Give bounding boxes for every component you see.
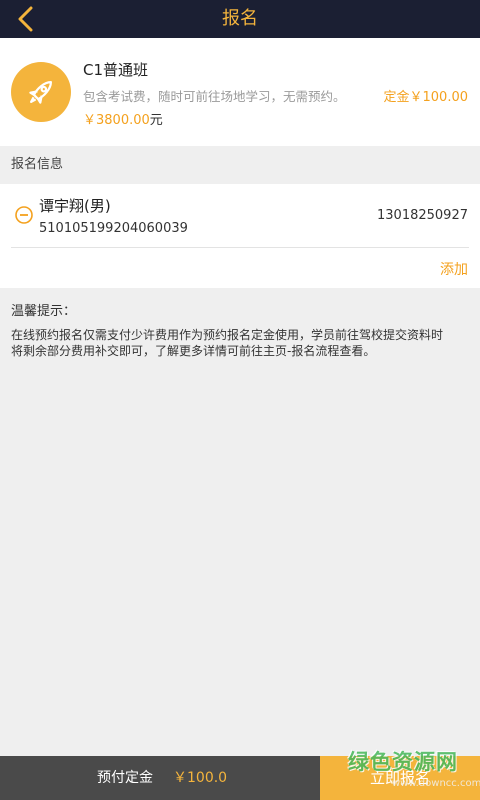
course-description: 包含考试费，随时可前往场地学习，无需预约。 — [83, 89, 346, 104]
applicant-id-number: 510105199204060039 — [39, 221, 188, 236]
course-price-value: ￥3800.00 — [83, 113, 150, 128]
applicant-phone: 13018250927 — [377, 208, 468, 223]
deposit-label: 预付定金 — [97, 770, 153, 786]
course-price-unit: 元 — [149, 113, 163, 128]
rocket-icon — [29, 81, 52, 104]
applicant-name: 谭宇翔(男) — [39, 197, 111, 215]
course-icon — [11, 62, 71, 122]
minus-circle-icon — [15, 206, 33, 224]
applicant-card: 谭宇翔(男) 510105199204060039 13018250927 添加 — [0, 184, 480, 288]
section-header-applicant: 报名信息 — [0, 146, 480, 184]
course-card: C1普通班 包含考试费，随时可前往场地学习，无需预约。 ￥3800.00元 定金… — [0, 38, 480, 146]
submit-registration-button[interactable]: 立即报名 — [320, 756, 480, 800]
course-name: C1普通班 — [83, 61, 149, 79]
course-price: ￥3800.00元 — [83, 109, 163, 128]
divider — [11, 247, 469, 248]
deposit-amount: ￥100.0 — [173, 770, 228, 786]
page-title: 报名 — [222, 8, 258, 29]
top-bar: 报名 — [0, 0, 480, 38]
add-applicant-button[interactable]: 添加 — [440, 259, 468, 279]
course-deposit: 定金￥100.00 — [383, 90, 469, 105]
tips-title: 温馨提示： — [11, 304, 77, 319]
remove-applicant-button[interactable] — [15, 206, 33, 224]
tips-body: 在线预约报名仅需支付少许费用作为预约报名定金使用，学员前往驾校提交资料时将剩余部… — [11, 328, 444, 358]
